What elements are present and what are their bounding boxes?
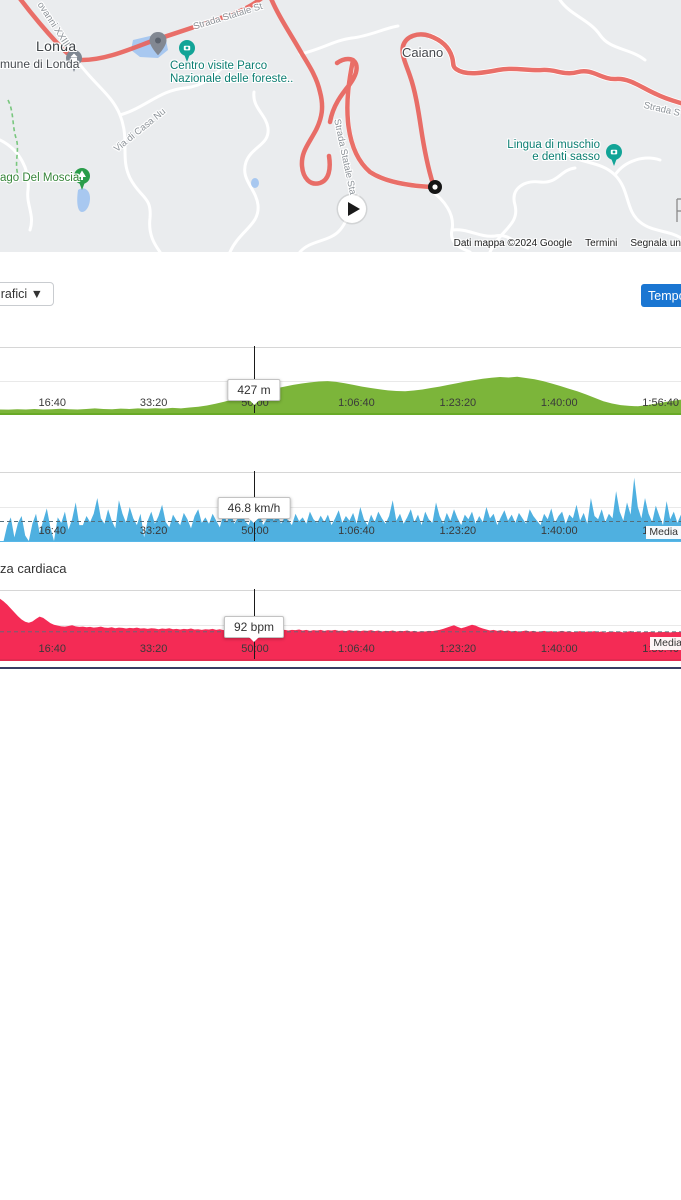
x-axis-tick: 1:06:40 bbox=[338, 397, 375, 409]
x-axis-tick: 1:40:00 bbox=[541, 397, 578, 409]
terms-link[interactable]: Termini bbox=[585, 238, 617, 249]
map-label-lingua-2: e denti sasso bbox=[505, 151, 600, 164]
x-axis-tick: 50:00 bbox=[241, 525, 269, 537]
map-scale-control bbox=[677, 199, 681, 222]
visitor-center-pin[interactable] bbox=[179, 40, 195, 62]
map-pond-small bbox=[251, 178, 259, 188]
map-label-centro-1: Centro visite Parco bbox=[170, 60, 267, 73]
map-label-lago: ago Del Moscia bbox=[0, 172, 79, 184]
x-axis-tick: 1:40:00 bbox=[541, 643, 578, 655]
x-axis-tick: 16:40 bbox=[38, 525, 66, 537]
heart-rate-chart[interactable]: 16:4033:2050:001:06:401:23:201:40:001:56… bbox=[0, 590, 681, 661]
elevation-chart[interactable]: 16:4033:2050:001:06:401:23:201:40:001:56… bbox=[0, 347, 681, 415]
map-pond bbox=[77, 188, 90, 212]
position-marker[interactable] bbox=[428, 180, 442, 194]
map-label-centro-2: Nazionale delle foreste.. bbox=[170, 73, 293, 86]
x-axis-tick: 33:20 bbox=[140, 643, 168, 655]
x-axis-tick: 50:00 bbox=[241, 643, 269, 655]
heart-rate-heading: za cardiaca bbox=[0, 561, 66, 576]
chart-tooltip: 92 bpm bbox=[224, 616, 284, 638]
moss-poi-pin[interactable] bbox=[606, 144, 622, 166]
x-axis-tick: 1:23:20 bbox=[439, 525, 476, 537]
x-axis-tick: 33:20 bbox=[140, 525, 168, 537]
map-label-comune: mune di Londa bbox=[0, 57, 79, 71]
x-axis-tick: 1:06:40 bbox=[338, 643, 375, 655]
map-attribution: Dati mappa ©2024 Google Termini Segnala … bbox=[454, 238, 681, 249]
play-button[interactable] bbox=[337, 194, 368, 225]
map-label-lingua-1: Lingua di muschio bbox=[505, 139, 600, 152]
chart-tooltip: 46.8 km/h bbox=[218, 497, 291, 519]
media-label: Media bbox=[646, 526, 681, 539]
x-axis-tick: 1:56:40 bbox=[642, 397, 679, 409]
map-data-credit: Dati mappa ©2024 Google bbox=[454, 238, 573, 249]
speed-chart[interactable]: 16:4033:2050:001:06:401:23:201:40:001:56… bbox=[0, 472, 681, 542]
activity-page: Londa mune di Londa Caiano Centro visite… bbox=[0, 0, 681, 1200]
report-error-link[interactable]: Segnala un bbox=[630, 238, 681, 249]
x-axis-tick: 33:20 bbox=[140, 397, 168, 409]
x-axis-tick: 1:23:20 bbox=[439, 643, 476, 655]
section-divider bbox=[0, 667, 681, 669]
x-axis-tick: 1:23:20 bbox=[439, 397, 476, 409]
x-axis-tick: 16:40 bbox=[38, 643, 66, 655]
x-axis-tick: 16:40 bbox=[38, 397, 66, 409]
media-label: Media bbox=[650, 637, 681, 650]
chart-tooltip: 427 m bbox=[227, 379, 280, 401]
map-trail bbox=[8, 100, 18, 175]
map-label-caiano: Caiano bbox=[402, 45, 443, 60]
route-map[interactable]: Londa mune di Londa Caiano Centro visite… bbox=[0, 0, 681, 252]
charts-dropdown-button[interactable]: o grafici ▼ bbox=[0, 282, 54, 306]
x-axis-tick: 1:40:00 bbox=[541, 525, 578, 537]
time-axis-button[interactable]: Tempo bbox=[641, 284, 681, 307]
x-axis-tick: 1:06:40 bbox=[338, 525, 375, 537]
